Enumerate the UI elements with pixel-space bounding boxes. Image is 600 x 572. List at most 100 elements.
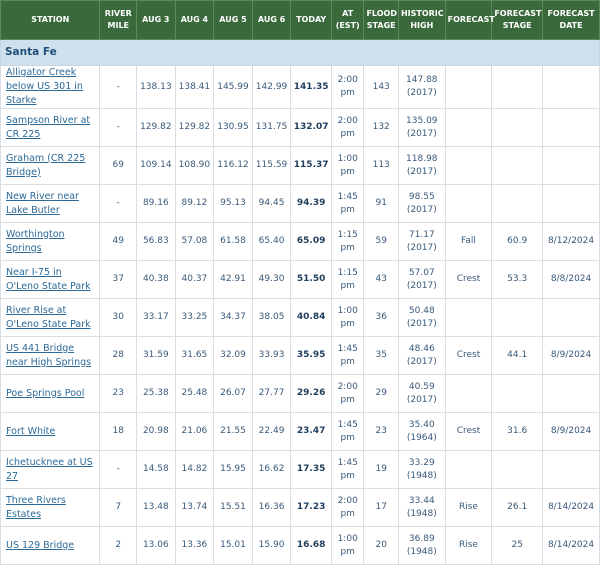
time-cell: 1:15 pm xyxy=(330,260,365,299)
station-link[interactable]: Worthington Springs xyxy=(6,229,65,254)
forecast-cell: Rise xyxy=(444,488,493,527)
aug5-cell: 95.13 xyxy=(213,184,253,223)
today-cell: 29.26 xyxy=(290,374,332,413)
forecast-stage-cell: 31.6 xyxy=(491,412,544,451)
table-row: US 441 Bridge near High Springs 28 31.59 31… xyxy=(0,336,600,375)
station-link[interactable]: Alligator Creek below US 301 in Starke xyxy=(6,67,83,106)
forecast-date-cell xyxy=(542,146,600,185)
forecast-date-cell: 8/8/2024 xyxy=(542,260,600,299)
flood-stage-cell: 59 xyxy=(363,222,399,261)
table-row: Worthington Springs 49 56.83 57.08 61.58 65.4… xyxy=(0,222,600,261)
forecast-stage-cell xyxy=(491,108,544,147)
aug6-cell: 65.40 xyxy=(251,222,292,261)
station-link[interactable]: Graham (CR 225 Bridge) xyxy=(6,153,85,178)
forecast-cell xyxy=(444,450,493,489)
aug5-cell: 21.55 xyxy=(213,412,253,451)
aug4-cell: 13.74 xyxy=(174,488,215,527)
station-cell: Alligator Creek below US 301 in Starke xyxy=(0,65,101,109)
historic-high-cell: 33.29 (1948) xyxy=(397,450,446,489)
today-cell: 17.23 xyxy=(290,488,332,527)
forecast-cell xyxy=(444,298,493,337)
river-mile-cell: - xyxy=(99,184,138,223)
flood-stage-cell: 91 xyxy=(363,184,399,223)
forecast-stage-cell: 26.1 xyxy=(491,488,544,527)
header-flood-stage: FLOOD STAGE xyxy=(363,0,399,40)
aug3-cell: 40.38 xyxy=(136,260,176,299)
header-aug4: AUG 4 xyxy=(174,0,215,40)
aug6-cell: 94.45 xyxy=(251,184,292,223)
header-forecast-date: FORECAST DATE xyxy=(542,0,600,40)
aug6-cell: 15.90 xyxy=(251,526,292,565)
flood-stage-cell: 23 xyxy=(363,412,399,451)
station-link[interactable]: US 129 Bridge xyxy=(6,540,74,551)
station-link[interactable]: River Rise at O'Leno State Park xyxy=(6,305,91,330)
flood-stage-cell: 143 xyxy=(363,65,399,109)
river-mile-cell: - xyxy=(99,108,138,147)
forecast-cell xyxy=(444,374,493,413)
aug3-cell: 129.82 xyxy=(136,108,176,147)
historic-high-cell: 71.17 (2017) xyxy=(397,222,446,261)
station-cell: Fort White xyxy=(0,412,101,451)
aug3-cell: 25.38 xyxy=(136,374,176,413)
forecast-stage-cell: 53.3 xyxy=(491,260,544,299)
historic-high-cell: 50.48 (2017) xyxy=(397,298,446,337)
forecast-date-cell xyxy=(542,65,600,109)
aug3-cell: 13.48 xyxy=(136,488,176,527)
forecast-stage-cell xyxy=(491,184,544,223)
station-link[interactable]: Ichetucknee at US 27 xyxy=(6,457,93,482)
historic-high-cell: 48.46 (2017) xyxy=(397,336,446,375)
river-mile-cell: 69 xyxy=(99,146,138,185)
station-link[interactable]: Sampson River at CR 225 xyxy=(6,115,90,140)
aug4-cell: 31.65 xyxy=(174,336,215,375)
aug4-cell: 129.82 xyxy=(174,108,215,147)
station-cell: Near I-75 in O'Leno State Park xyxy=(0,260,101,299)
river-mile-cell: 30 xyxy=(99,298,138,337)
station-cell: Worthington Springs xyxy=(0,222,101,261)
aug6-cell: 38.05 xyxy=(251,298,292,337)
aug3-cell: 56.83 xyxy=(136,222,176,261)
header-aug6: AUG 6 xyxy=(251,0,292,40)
station-link[interactable]: Near I-75 in O'Leno State Park xyxy=(6,267,91,292)
station-cell: Poe Springs Pool xyxy=(0,374,101,413)
forecast-stage-cell: 44.1 xyxy=(491,336,544,375)
forecast-cell: Crest xyxy=(444,260,493,299)
aug5-cell: 26.07 xyxy=(213,374,253,413)
table-row: Ichetucknee at US 27-14.58 14.82 15.95 16.6… xyxy=(0,450,600,489)
aug5-cell: 34.37 xyxy=(213,298,253,337)
station-cell: Ichetucknee at US 27 xyxy=(0,450,101,489)
aug3-cell: 109.14 xyxy=(136,146,176,185)
aug4-cell: 108.90 xyxy=(174,146,215,185)
station-link[interactable]: US 441 Bridge near High Springs xyxy=(6,343,91,368)
header-forecast: FORECAST xyxy=(444,0,495,40)
station-link[interactable]: Poe Springs Pool xyxy=(6,388,84,399)
today-cell: 35.95 xyxy=(290,336,332,375)
aug3-cell: 89.16 xyxy=(136,184,176,223)
station-cell: Graham (CR 225 Bridge) xyxy=(0,146,101,185)
station-cell: Sampson River at CR 225 xyxy=(0,108,101,147)
aug6-cell: 16.36 xyxy=(251,488,292,527)
aug6-cell: 27.77 xyxy=(251,374,292,413)
river-stage-table: STATION RIVER MILE AUG 3 AUG 4 AUG 5 AUG… xyxy=(0,0,600,565)
forecast-cell: Crest xyxy=(444,412,493,451)
time-cell: 1:00 pm xyxy=(330,526,365,565)
time-cell: 2:00 pm xyxy=(330,374,365,413)
station-link[interactable]: New River near Lake Butler xyxy=(6,191,79,216)
aug3-cell: 138.13 xyxy=(136,65,176,109)
forecast-date-cell: 8/9/2024 xyxy=(542,336,600,375)
flood-stage-cell: 20 xyxy=(363,526,399,565)
flood-stage-cell: 35 xyxy=(363,336,399,375)
header-station: STATION xyxy=(0,0,101,40)
station-link[interactable]: Fort White xyxy=(6,426,55,437)
river-mile-cell: - xyxy=(99,450,138,489)
historic-high-cell: 118.98 (2017) xyxy=(397,146,446,185)
station-link[interactable]: Three Rivers Estates xyxy=(6,495,66,520)
header-river-mile: RIVER MILE xyxy=(99,0,138,40)
aug3-cell: 33.17 xyxy=(136,298,176,337)
historic-high-cell: 147.88 (2017) xyxy=(397,65,446,109)
header-aug5: AUG 5 xyxy=(213,0,253,40)
aug6-cell: 131.75 xyxy=(251,108,292,147)
aug6-cell: 49.30 xyxy=(251,260,292,299)
today-cell: 51.50 xyxy=(290,260,332,299)
station-cell: US 441 Bridge near High Springs xyxy=(0,336,101,375)
table-body: Santa Fe Alligator Creek below US 301 in… xyxy=(0,39,600,565)
